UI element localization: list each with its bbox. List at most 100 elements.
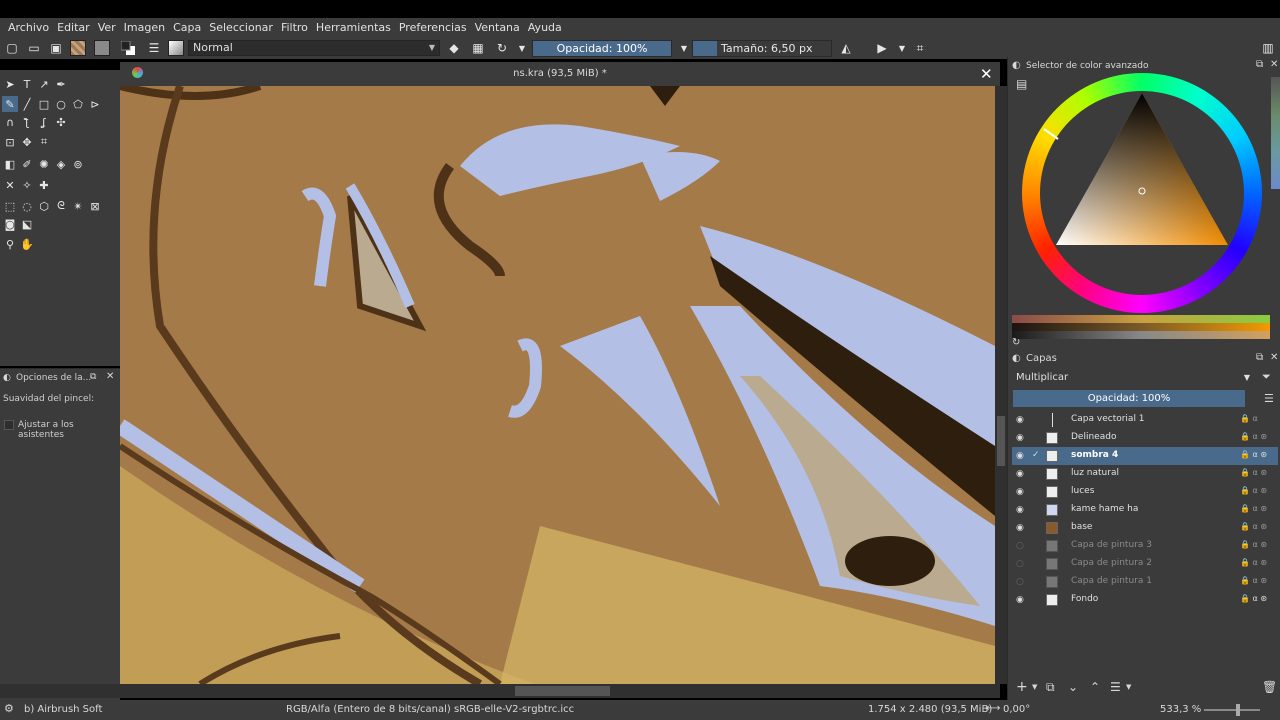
layer-flags[interactable]: 🔒 α ⊛ [1240, 522, 1267, 531]
add-layer-icon[interactable]: + [1016, 679, 1028, 695]
eye-icon[interactable]: ◉ [1016, 469, 1026, 479]
size-slider[interactable]: Tamaño: 6,50 px [692, 40, 832, 57]
workspace-icon[interactable]: ▥ [1260, 40, 1276, 56]
menu-ventana[interactable]: Ventana [471, 21, 524, 34]
brush-preset-icon[interactable]: ⚙ [4, 702, 14, 715]
layer-row[interactable]: ◉ Capa vectorial 1 🔒 α [1012, 411, 1278, 429]
menu-imagen[interactable]: Imagen [120, 21, 169, 34]
rect-select-icon[interactable]: ⬚ [2, 198, 18, 214]
snap-assistants-checkbox[interactable] [4, 420, 14, 430]
smart-patch-icon[interactable]: ✺ [36, 156, 52, 172]
layer-flags[interactable]: 🔒 α ⊛ [1240, 450, 1267, 459]
hue-gradient-bar[interactable] [1012, 315, 1270, 323]
layer-flags[interactable]: 🔒 α ⊛ [1240, 486, 1267, 495]
delete-layer-icon[interactable]: 🗑 [1262, 680, 1277, 694]
brush-preset-icon[interactable] [168, 40, 184, 56]
layer-row[interactable]: ○ Capa de pintura 3 🔒 α ⊛ [1012, 537, 1278, 555]
chevron-down-icon[interactable]: ▼ [1032, 683, 1037, 691]
chevron-down-icon[interactable]: ▼ [894, 40, 910, 56]
pan-tool-icon[interactable]: ✋ [19, 236, 35, 252]
line-tool-icon[interactable]: ╱ [19, 96, 35, 112]
reload-preset-icon[interactable]: ↻ [494, 40, 510, 56]
select-shapes-icon[interactable]: ➤ [2, 76, 18, 92]
refresh-icon[interactable]: ↻ [1012, 337, 1020, 348]
layer-opacity-slider[interactable]: Opacidad: 100% [1013, 390, 1245, 407]
menu-ayuda[interactable]: Ayuda [524, 21, 566, 34]
save-icon[interactable]: ▣ [48, 40, 64, 56]
measure-tool-icon[interactable]: ✧ [19, 177, 35, 193]
layer-row[interactable]: ◉ luz natural 🔒 α ⊛ [1012, 465, 1278, 483]
layer-flags[interactable]: 🔒 α ⊛ [1240, 558, 1267, 567]
layer-flags[interactable]: 🔒 α ⊛ [1240, 468, 1267, 477]
move-down-icon[interactable]: ⌄ [1068, 680, 1078, 694]
layer-flags[interactable]: 🔒 α ⊛ [1240, 594, 1267, 603]
blend-mode-select[interactable]: Normal ▼ [188, 40, 440, 56]
rectangle-tool-icon[interactable]: □ [36, 96, 52, 112]
enclose-fill-icon[interactable]: ⊚ [70, 156, 86, 172]
value-gradient-bar[interactable] [1012, 323, 1270, 331]
eye-hidden-icon[interactable]: ○ [1016, 577, 1026, 587]
filter-icon[interactable]: ⏷ [1262, 370, 1271, 384]
eye-icon[interactable]: ◉ [1016, 415, 1026, 425]
open-folder-icon[interactable]: ▭ [26, 40, 42, 56]
zoom-tool-icon[interactable]: ⚲ [2, 236, 18, 252]
float-docker-icon[interactable]: ⧉ [1256, 352, 1263, 363]
eye-hidden-icon[interactable]: ○ [1016, 559, 1026, 569]
color-wheel[interactable] [1022, 73, 1262, 313]
dynamic-brush-icon[interactable]: ʆ [36, 114, 52, 130]
float-docker-icon[interactable]: ⧉ [90, 372, 96, 382]
drawing-canvas[interactable] [120, 86, 995, 684]
eraser-icon[interactable]: ◆ [446, 40, 462, 56]
layer-row[interactable]: ◉ luces 🔒 α ⊛ [1012, 483, 1278, 501]
layer-flags[interactable]: 🔒 α ⊛ [1240, 504, 1267, 513]
close-icon[interactable]: ✕ [1270, 59, 1278, 70]
layer-row[interactable]: ◉ Fondo 🔒 α ⊛ [1012, 591, 1278, 609]
ellipse-select-icon[interactable]: ◌ [19, 198, 35, 214]
layer-flags[interactable]: 🔒 α ⊛ [1240, 432, 1267, 441]
docker-menu-icon[interactable]: ◐ [3, 373, 11, 383]
menu-archivo[interactable]: Archivo [4, 21, 53, 34]
polyline-tool-icon[interactable]: ⊳ [87, 96, 103, 112]
layer-row[interactable]: ◉ kame hame ha 🔒 α ⊛ [1012, 501, 1278, 519]
close-icon[interactable]: ✕ [106, 371, 114, 382]
saturation-scroll[interactable] [1271, 77, 1280, 189]
gradient-swatch[interactable] [70, 40, 86, 56]
color-picker-icon[interactable]: ✐ [19, 156, 35, 172]
rotation-icon[interactable]: ⟷ [986, 703, 1000, 714]
menu-herramientas[interactable]: Herramientas [312, 21, 395, 34]
zoom-handle[interactable] [1236, 704, 1240, 716]
crop-tool-icon[interactable]: ⌗ [36, 134, 52, 150]
layers-menu-icon[interactable]: ◐ [1012, 353, 1021, 364]
calligraphy-icon[interactable]: ✒ [53, 76, 69, 92]
ellipse-tool-icon[interactable]: ○ [53, 96, 69, 112]
vertical-scrollbar[interactable] [995, 86, 1007, 684]
close-icon[interactable]: ✕ [1270, 352, 1278, 363]
menu-capa[interactable]: Capa [169, 21, 205, 34]
magnetic-select-icon[interactable]: ⬕ [19, 216, 35, 232]
menu-filtro[interactable]: Filtro [277, 21, 312, 34]
reference-tool-icon[interactable]: ✚ [36, 177, 52, 193]
chevron-down-icon[interactable]: ▼ [676, 40, 692, 56]
layer-row[interactable]: ◉ ✓ sombra 4 🔒 α ⊛ [1012, 447, 1278, 465]
float-docker-icon[interactable]: ⧉ [1256, 59, 1263, 70]
opacity-slider[interactable]: Opacidad: 100% [532, 40, 672, 57]
brush-settings-icon[interactable]: ☰ [146, 40, 162, 56]
multibrush-icon[interactable]: ✣ [53, 114, 69, 130]
layer-row[interactable]: ○ Capa de pintura 1 🔒 α ⊛ [1012, 573, 1278, 591]
layer-flags[interactable]: 🔒 α [1240, 414, 1258, 423]
fill-tool-icon[interactable]: ◈ [53, 156, 69, 172]
text-tool-icon[interactable]: T [19, 76, 35, 92]
layer-row[interactable]: ○ Capa de pintura 2 🔒 α ⊛ [1012, 555, 1278, 573]
layer-row[interactable]: ◉ Delineado 🔒 α ⊛ [1012, 429, 1278, 447]
layer-options-icon[interactable]: ☰ [1264, 392, 1274, 405]
bezier-select-icon[interactable]: ⊠ [87, 198, 103, 214]
eye-icon[interactable]: ◉ [1016, 595, 1026, 605]
edit-shapes-icon[interactable]: ↗ [36, 76, 52, 92]
horizontal-scrollbar[interactable] [0, 684, 1000, 698]
move-tool-icon[interactable]: ✥ [19, 134, 35, 150]
layer-blend-mode-select[interactable]: Multiplicar ▼ [1012, 369, 1254, 386]
eye-hidden-icon[interactable]: ○ [1016, 541, 1026, 551]
eye-icon[interactable]: ◉ [1016, 433, 1026, 443]
pattern-swatch[interactable] [94, 40, 110, 56]
document-tab[interactable]: ns.kra (93,5 MiB) * ✕ [120, 62, 1000, 86]
